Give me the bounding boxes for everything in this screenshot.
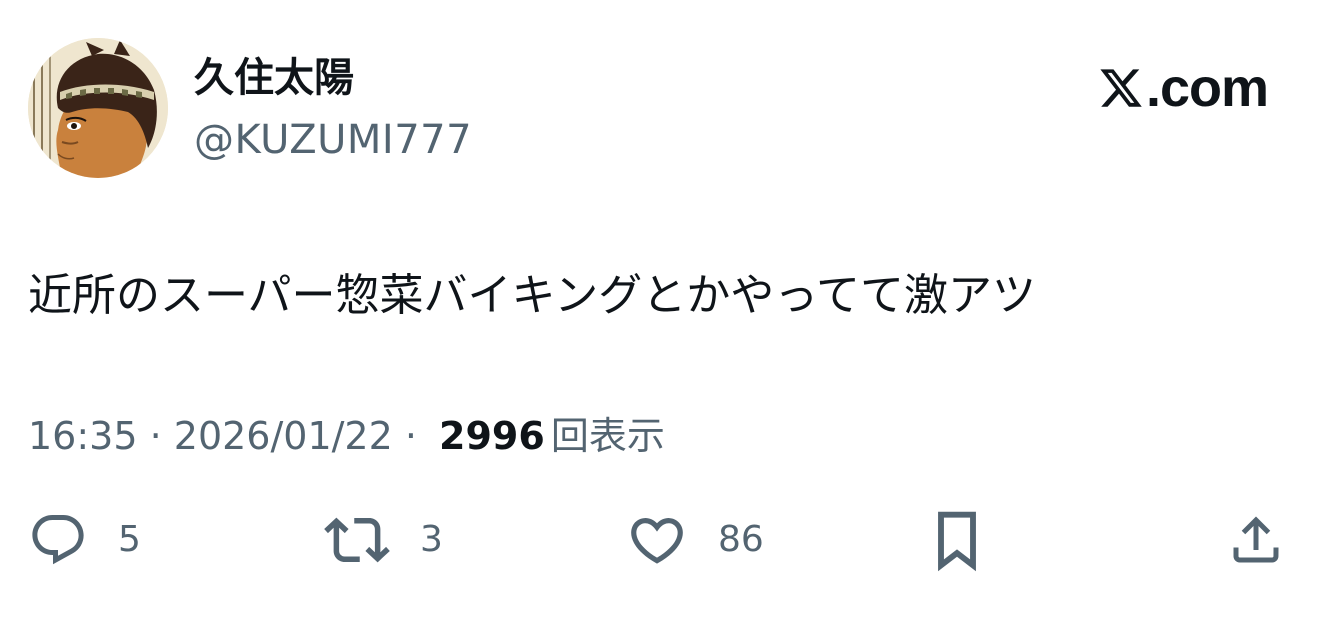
heart-icon [631, 518, 683, 564]
retweet-icon [324, 517, 390, 563]
like-count: 86 [718, 519, 764, 560]
bookmark-icon [938, 511, 976, 572]
reply-icon [32, 515, 84, 565]
brand-suffix: .com [1145, 58, 1269, 118]
share-icon [1233, 516, 1279, 563]
retweet-count: 3 [420, 519, 443, 560]
action-bar: 5 3 86 [0, 508, 1320, 572]
x-logo-icon [1100, 69, 1142, 107]
meta-separator: · [392, 414, 430, 458]
tweet-time[interactable]: 16:35 [28, 410, 138, 462]
views-count[interactable]: 2996 [439, 410, 545, 462]
avatar-illustration [28, 38, 168, 178]
tweet-date[interactable]: 2026/01/22 [174, 410, 393, 462]
avatar[interactable] [28, 38, 168, 178]
share-button[interactable] [1226, 508, 1286, 572]
brand-logo[interactable]: .com [1097, 58, 1269, 118]
reply-button[interactable]: 5 [28, 508, 141, 572]
reply-count: 5 [118, 519, 141, 560]
like-button[interactable]: 86 [626, 508, 764, 572]
author-handle[interactable]: @KUZUMI777 [194, 114, 472, 166]
bookmark-button[interactable] [930, 508, 984, 572]
tweet-meta: 16:35 · 2026/01/22 · 2996 回表示 [28, 410, 665, 462]
tweet-text: 近所のスーパー惣菜バイキングとかやってて激アツ [28, 270, 1037, 321]
views-label: 回表示 [550, 414, 665, 458]
tweet-card: 久住太陽 @KUZUMI777 .com 近所のスーパー惣菜バイキングとかやって… [0, 0, 1320, 623]
author-display-name[interactable]: 久住太陽 [194, 52, 354, 104]
retweet-button[interactable]: 3 [324, 508, 443, 572]
meta-separator: · [137, 414, 174, 458]
